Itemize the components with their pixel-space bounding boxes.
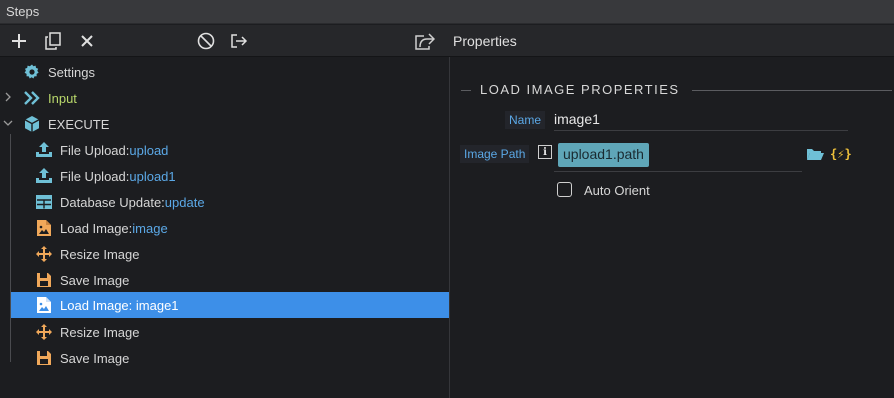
name-input[interactable]: image1 [554,111,848,131]
add-step-button[interactable] [8,30,30,52]
export-icon [231,34,248,48]
tree-item-save-image[interactable]: Save Image [34,345,129,371]
tree-item-execute[interactable]: EXECUTE [22,111,109,137]
section-title: LOAD IMAGE PROPERTIES [480,82,680,97]
tree-item-label: Input [48,90,77,106]
info-icon[interactable]: i [538,145,552,159]
table-icon [34,192,54,212]
steps-toolbar: Properties [0,25,894,57]
image-path-token[interactable]: upload1.path [558,143,649,167]
properties-panel: LOAD IMAGE PROPERTIES Name image1 Image … [450,58,894,398]
tree-item-file-upload[interactable]: File Upload: upload [34,137,168,163]
floppy-disk-icon [34,270,54,290]
steps-tree: Settings Input EXECUTE File Upload: uplo… [0,58,449,398]
share-button[interactable] [414,30,436,52]
tree-item-file-upload[interactable]: File Upload: upload1 [34,163,176,189]
move-arrows-icon [34,322,54,342]
tree-item-label: File Upload: [60,142,130,158]
image-path-input[interactable]: upload1.path [554,141,802,172]
move-arrows-icon [34,244,54,264]
tree-item-label: Settings [48,64,95,80]
tree-item-resize-image[interactable]: Resize Image [34,319,139,345]
tree-item-resize-image[interactable]: Resize Image [34,241,139,267]
tree-item-label: Save Image [60,350,130,366]
tree-guide-line [10,134,11,362]
tree-item-save-image[interactable]: Save Image [34,267,129,293]
upload-icon [34,140,54,160]
disable-step-button[interactable] [195,30,217,52]
tree-item-label: Load Image: image1 [60,297,179,313]
auto-orient-checkbox[interactable] [557,182,572,197]
floppy-disk-icon [34,348,54,368]
image-file-icon [34,218,54,238]
double-chevron-icon [22,88,42,108]
tree-item-label: Load Image: [60,220,133,236]
panel-title: Steps [6,4,40,19]
tree-item-value: image [132,220,168,236]
image-file-icon [34,295,54,315]
close-icon [81,35,93,47]
tree-item-input[interactable]: Input [22,85,77,111]
tree-item-load-image-selected[interactable]: Load Image: image1 [11,292,449,318]
share-icon [415,33,435,50]
copy-step-button[interactable] [42,30,64,52]
cube-icon [22,114,42,134]
tree-item-settings[interactable]: Settings [22,59,95,85]
upload-icon [34,166,54,186]
tree-item-value: upload [129,142,169,158]
section-divider [692,90,892,91]
chevron-down-icon[interactable] [3,118,13,128]
tree-item-label: EXECUTE [48,116,110,132]
chevron-right-icon[interactable] [3,92,13,102]
disable-icon [197,32,215,50]
name-label: Name [505,111,546,129]
tree-item-label: Database Update: [60,194,165,210]
tree-item-label: Save Image [60,272,130,288]
gear-icon [22,62,42,82]
properties-title: Properties [453,33,517,49]
image-path-label: Image Path [460,145,530,163]
tree-item-load-image[interactable]: Load Image: image [34,215,168,241]
folder-open-icon[interactable] [806,146,824,162]
panel-title-bar: Steps [0,0,894,24]
copy-icon [45,32,61,50]
dynamic-data-button[interactable]: {⚡} [830,145,852,163]
tree-item-value: upload1 [129,168,176,184]
tree-item-database-update[interactable]: Database Update: update [34,189,205,215]
auto-orient-label: Auto Orient [584,183,650,198]
delete-step-button[interactable] [76,30,98,52]
tree-item-value: update [164,194,205,210]
tree-item-label: Resize Image [60,324,140,340]
section-divider [461,90,471,91]
tree-item-label: Resize Image [60,246,140,262]
plus-icon [12,34,26,48]
tree-item-label: File Upload: [60,168,130,184]
export-step-button[interactable] [228,30,250,52]
